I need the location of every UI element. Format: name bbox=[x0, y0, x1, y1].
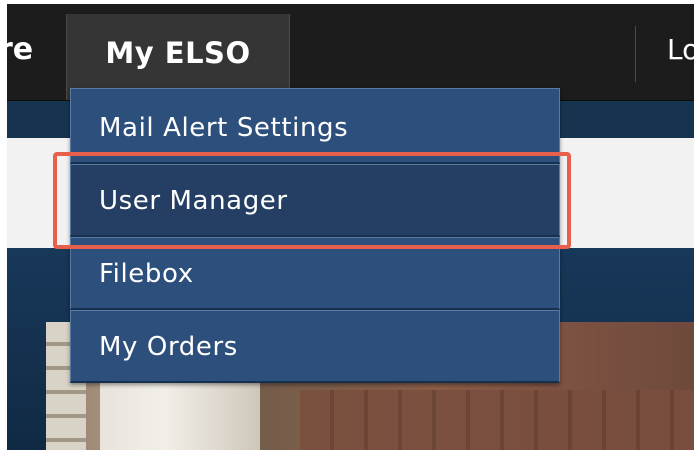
menu-item-mail-alert-settings[interactable]: Mail Alert Settings bbox=[70, 88, 560, 164]
menu-item-label: My Orders bbox=[99, 332, 238, 362]
menu-item-label: User Manager bbox=[99, 186, 288, 216]
menu-item-user-manager[interactable]: User Manager bbox=[70, 164, 560, 237]
top-navigation-bar: re My ELSO Lo bbox=[0, 4, 694, 101]
menu-item-filebox[interactable]: Filebox bbox=[70, 237, 560, 310]
nav-tab-my-elso-label: My ELSO bbox=[105, 36, 251, 70]
my-elso-dropdown-menu: Mail Alert Settings User Manager Filebox… bbox=[70, 88, 560, 383]
banner-photo-brick-wall bbox=[300, 390, 694, 450]
nav-item-next-label: Lo bbox=[667, 33, 694, 66]
menu-item-label: Mail Alert Settings bbox=[99, 113, 349, 143]
nav-item-next[interactable]: Lo bbox=[667, 4, 694, 100]
nav-item-previous[interactable]: re bbox=[0, 4, 33, 100]
nav-item-previous-label: re bbox=[0, 32, 34, 67]
menu-item-label: Filebox bbox=[99, 259, 194, 289]
screenshot-frame: re My ELSO Lo Mail Alert Settings User M… bbox=[0, 0, 694, 450]
nav-divider bbox=[635, 26, 636, 82]
menu-item-my-orders[interactable]: My Orders bbox=[70, 310, 560, 383]
